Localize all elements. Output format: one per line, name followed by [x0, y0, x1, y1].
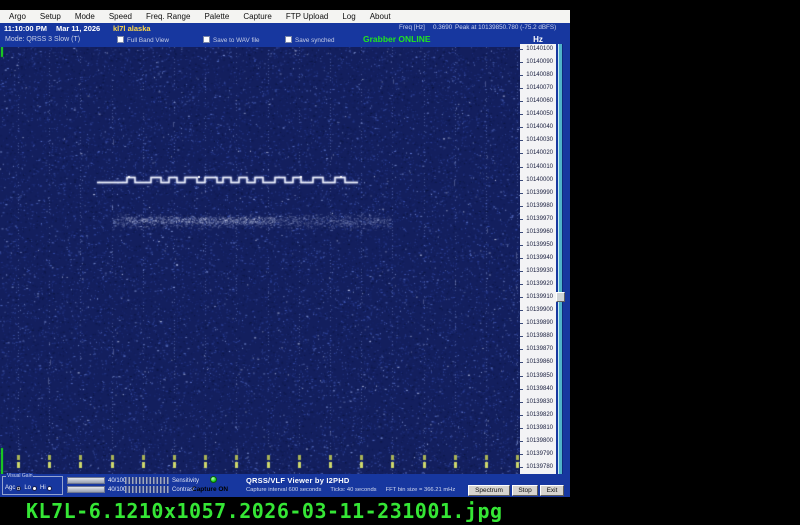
freq-readout-value: 0.3690: [433, 24, 453, 31]
frequency-scale-label: 10139800: [520, 438, 553, 445]
menu-item-argo[interactable]: Argo: [2, 12, 33, 21]
frequency-scale-label: 10139860: [520, 359, 553, 366]
frequency-scale-label: 10139920: [520, 281, 553, 288]
capture-interval-text: Capture interval 600 seconds: [246, 487, 322, 493]
peak-readout: Peak at 10139850.780 (-75.2 dBFS): [455, 24, 557, 31]
checkbox-label: Save synched: [295, 36, 335, 44]
sensitivity-slider-track[interactable]: [125, 477, 169, 484]
frequency-scale-label: 10139840: [520, 386, 553, 393]
frequency-scale-label: 10139930: [520, 268, 553, 275]
scrollbar-thumb[interactable]: [556, 292, 565, 302]
frequency-scale-label: 10139870: [520, 346, 553, 353]
frequency-scale-label: 10140080: [520, 72, 553, 79]
spectrogram-canvas[interactable]: [0, 47, 520, 474]
station-callsign: kl7l alaska: [113, 24, 151, 33]
clock: 11:10:00 PM: [4, 24, 47, 33]
frequency-scale-label: 10139880: [520, 333, 553, 340]
frequency-scale-label: 10139980: [520, 203, 553, 210]
frequency-scale-label: 10140030: [520, 137, 553, 144]
frequency-scale-label: 10140050: [520, 111, 553, 118]
menu-item-speed[interactable]: Speed: [102, 12, 139, 21]
spectrum-button[interactable]: Spectrum: [468, 485, 510, 496]
menu-item-capture[interactable]: Capture: [236, 12, 278, 21]
frequency-scrollbar[interactable]: [556, 44, 566, 481]
bottom-panel: Visual Gain Agc Lo Hi 40/100 Sensitivity 4…: [0, 473, 570, 497]
title-bar: 11:10:00 PM Mar 11, 2026 kl7l alaska Fre…: [0, 23, 570, 33]
frequency-scale-label: 10139890: [520, 320, 553, 327]
capture-led-icon: [210, 476, 217, 483]
sensitivity-label: Sensitivity: [172, 477, 200, 484]
stop-button[interactable]: Stop: [512, 485, 538, 496]
frequency-scale-label: 10139810: [520, 425, 553, 432]
menu-bar: Argo Setup Mode Speed Freq. Range Palette Capt…: [0, 10, 570, 23]
frequency-scale-label: 10139790: [520, 451, 553, 458]
sensitivity-value: 40/100: [108, 477, 127, 484]
frequency-scale-label: 10139950: [520, 242, 553, 249]
frequency-scale-label: 10139780: [520, 464, 553, 471]
frequency-scale-label: 10140040: [520, 124, 553, 131]
frequency-scale-label: 10139940: [520, 255, 553, 262]
frequency-scale-label: 10139970: [520, 216, 553, 223]
checkbox-box-icon[interactable]: [203, 36, 210, 43]
checkbox-label: Save to WAV file: [213, 36, 260, 44]
frequency-scale-label: 10140100: [520, 46, 553, 53]
frequency-scale-label: 10139820: [520, 412, 553, 419]
filename-caption: KL7L-6.1210x1057.2026-03-11-231001.jpg: [26, 499, 503, 523]
frequency-scale: 10140100 10140090 10140080 10140070 10140060…: [520, 44, 556, 483]
checkbox-box-icon[interactable]: [117, 36, 124, 43]
contrast-value: 40/100: [108, 486, 127, 493]
menu-item-ftp-upload[interactable]: FTP Upload: [279, 12, 336, 21]
frequency-scale-label: 10139900: [520, 307, 553, 314]
menu-item-freq-range[interactable]: Freq. Range: [139, 12, 197, 21]
frequency-scale-label: 10140090: [520, 59, 553, 66]
sensitivity-slider-row: 40/100 Sensitivity: [0, 477, 240, 485]
status-line: Capture interval 600 seconds Ticks: 40 se…: [246, 487, 464, 493]
menu-item-palette[interactable]: Palette: [197, 12, 236, 21]
menu-item-log[interactable]: Log: [335, 12, 362, 21]
checkbox-label: Full Band View: [127, 36, 169, 44]
ticks-text: Ticks: 40 seconds: [330, 487, 377, 493]
frequency-scale-label: 10140000: [520, 177, 553, 184]
freq-readout-label: Freq [Hz]: [399, 24, 425, 31]
screen: Argo Setup Mode Speed Freq. Range Palette Capt…: [0, 0, 800, 525]
fft-bin-text: FFT bin size = 366.21 mHz: [385, 487, 456, 493]
checkbox-box-icon[interactable]: [285, 36, 292, 43]
app-title: QRSS/VLF Viewer by I2PHD: [246, 476, 350, 485]
contrast-slider-track[interactable]: [125, 486, 169, 493]
contrast-slider-fill[interactable]: [67, 486, 105, 493]
sensitivity-slider-fill[interactable]: [67, 477, 105, 484]
frequency-scale-label: 10139960: [520, 229, 553, 236]
argo-window: Argo Setup Mode Speed Freq. Range Palette Capt…: [0, 10, 570, 497]
frequency-scale-label: 10139910: [520, 294, 553, 301]
date: Mar 11, 2026: [56, 24, 101, 33]
frequency-scale-label: 10140060: [520, 98, 553, 105]
mode-row: Mode: QRSS 3 Slow (T) Grabber ONLINE Ful…: [0, 33, 570, 47]
frequency-scale-label: 10140070: [520, 85, 553, 92]
menu-item-mode[interactable]: Mode: [68, 12, 102, 21]
mode-label: Mode: QRSS 3 Slow (T): [5, 36, 81, 43]
frequency-scale-label: 10139990: [520, 190, 553, 197]
frequency-scale-label: 10139830: [520, 399, 553, 406]
capture-status: Capture ON: [192, 486, 229, 493]
menu-item-about[interactable]: About: [363, 12, 398, 21]
grabber-status: Grabber ONLINE: [363, 34, 431, 44]
frequency-scale-label: 10140020: [520, 150, 553, 157]
menu-item-setup[interactable]: Setup: [33, 12, 68, 21]
frequency-scale-label: 10140010: [520, 164, 553, 171]
exit-button[interactable]: Exit: [540, 485, 564, 496]
frequency-scale-label: 10139850: [520, 373, 553, 380]
